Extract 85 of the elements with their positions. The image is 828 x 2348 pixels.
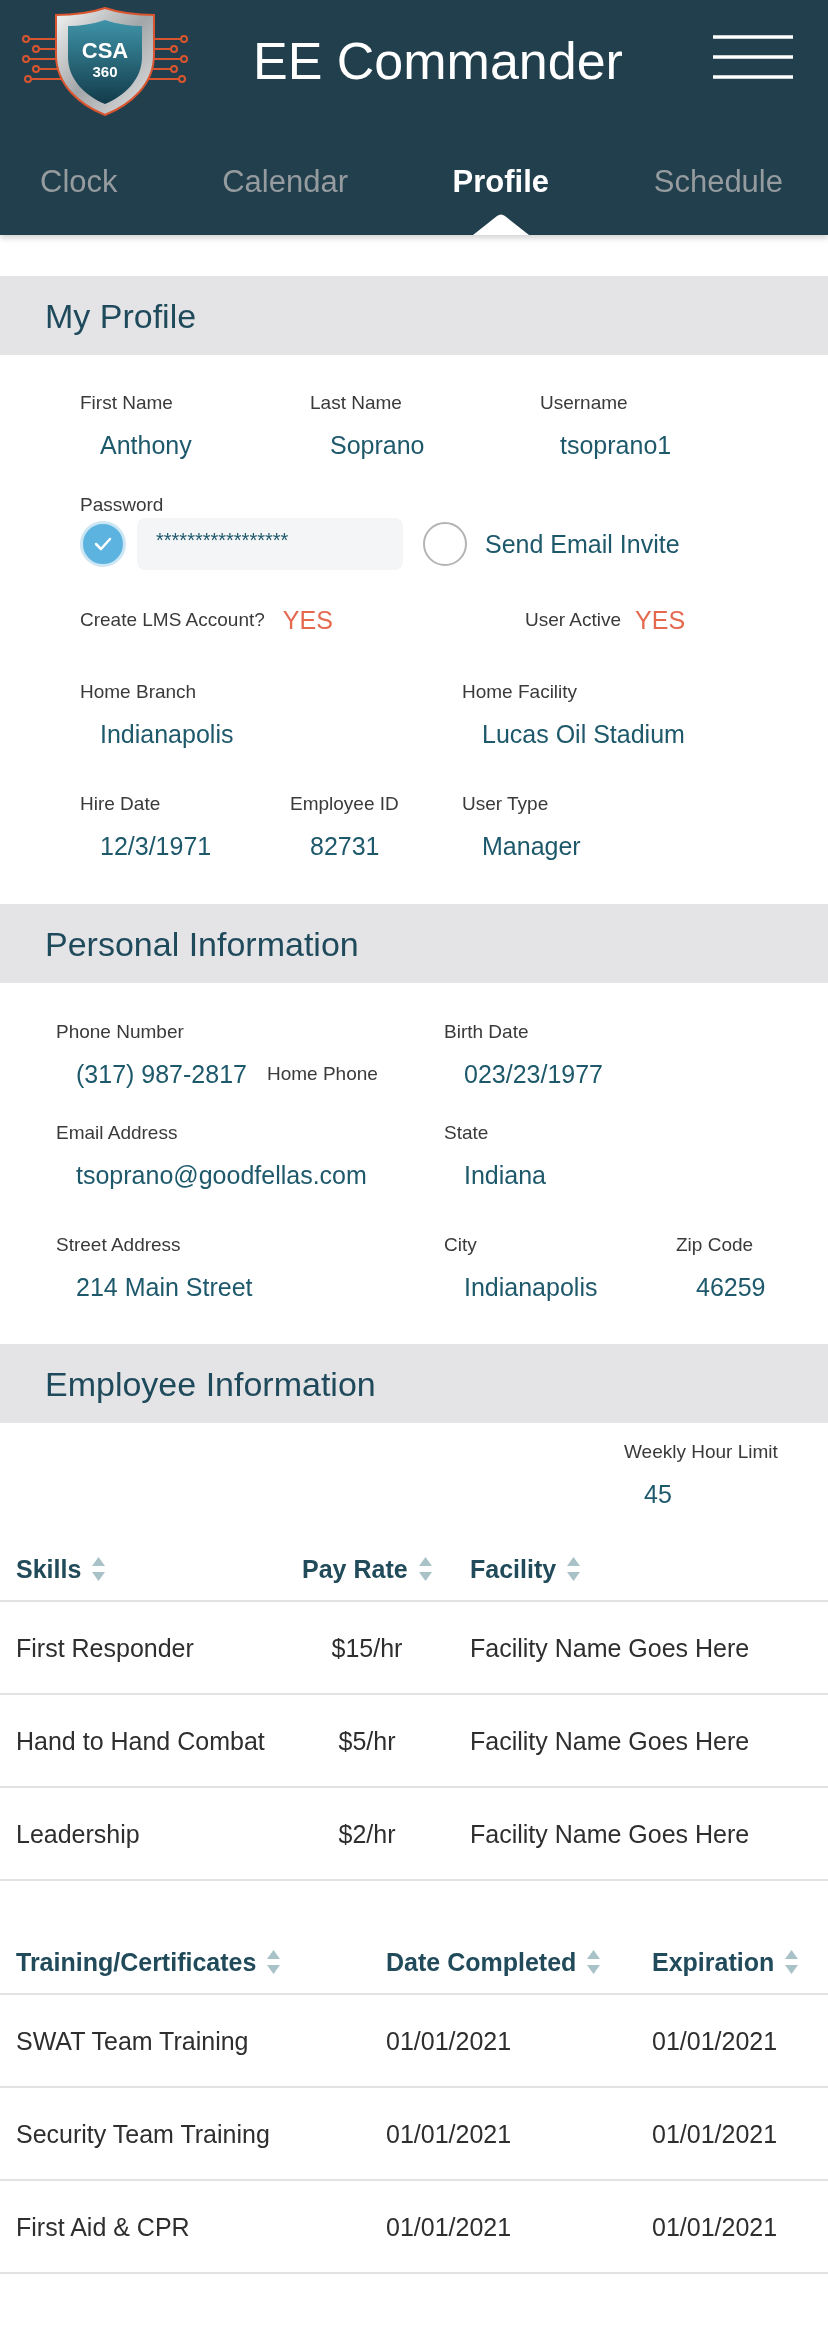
menu-button[interactable] [713,35,793,79]
table-cell: Facility Name Goes Here [470,1725,750,1756]
sort-icon [784,1947,800,1977]
table-cell-text: $15/hr [330,1632,404,1663]
password-field[interactable]: ***************** [137,518,403,570]
sort-icon [266,1947,282,1977]
field-label: Home Branch [80,680,197,704]
field-label: Employee ID [290,792,399,816]
field-value: 023/23/1977 [464,1059,604,1089]
field-value: 214 Main Street [76,1272,253,1302]
field-label: Username [540,391,628,415]
table-cell: SWAT Team Training [16,2025,249,2056]
table-cell: Facility Name Goes Here [470,1632,750,1663]
table-cell: 01/01/2021 [386,2118,512,2149]
field-value: (317) 987-2817 [76,1059,247,1089]
section-title: Personal Information [45,923,359,964]
table-cell: First Responder [16,1632,194,1663]
section-title: Employee Information [45,1363,376,1404]
table-cell: 01/01/2021 [652,2118,778,2149]
field-label: Last Name [310,391,402,415]
table-cell: Hand to Hand Combat [16,1725,265,1756]
field-label: Email Address [56,1121,178,1145]
field-value: YES [635,605,686,635]
tab[interactable]: Schedule [653,163,783,201]
field-label: Weekly Hour Limit [624,1440,778,1464]
column-header[interactable]: Facility [470,1554,582,1584]
field-label: Password [80,493,164,517]
check-icon [94,537,112,551]
column-header[interactable]: Pay Rate [302,1554,433,1584]
field-value: Indiana [464,1160,547,1190]
field-value: tsoprano@goodfellas.com [76,1160,367,1190]
table-cell: 01/01/2021 [386,2025,512,2056]
sort-icon [586,1947,602,1977]
column-header[interactable]: Expiration [652,1947,800,1977]
field-label: Street Address [56,1233,181,1257]
field-label: Home Facility [462,680,578,704]
table-cell: Security Team Training [16,2118,270,2149]
field-label: First Name [80,391,173,415]
logo-text: 360 [92,63,118,80]
field-label: Hire Date [80,792,161,816]
field-value: Manager [482,831,581,861]
table-cell: Leadership [16,1818,140,1849]
field-label: User Active [525,608,622,632]
field-value: Lucas Oil Stadium [482,719,685,749]
sort-icon [91,1554,107,1584]
field-value: Anthony [100,430,192,460]
field-value: 45 [644,1479,672,1509]
field-label: State [444,1121,489,1145]
column-header[interactable]: Skills [16,1554,107,1584]
table-cell: First Aid & CPR [16,2211,190,2242]
phone-type-label: Home Phone [266,1062,378,1086]
tab-pointer-icon [472,213,529,235]
table-cell-text: $5/hr [337,1725,397,1756]
field-value: Indianapolis [464,1272,598,1302]
tab[interactable]: Calendar [222,163,348,201]
tab[interactable]: Profile [452,163,550,201]
field-label: City [444,1233,477,1257]
table-cell: Facility Name Goes Here [470,1818,750,1849]
table-cell-text: $2/hr [337,1818,397,1849]
field-label: Birth Date [444,1020,529,1044]
app-title: EE Commander [253,31,623,91]
field-value: 82731 [310,831,380,861]
field-value: 12/3/1971 [100,831,212,861]
menu-icon [713,35,793,79]
field-label: Phone Number [56,1020,184,1044]
section-title: My Profile [45,295,197,336]
field-value: YES [282,605,333,635]
field-label: Create LMS Account? [80,608,265,632]
field-value: Soprano [330,430,425,460]
table-cell: 01/01/2021 [386,2211,512,2242]
field-value: 46259 [696,1272,766,1302]
sort-icon [566,1554,582,1584]
table-cell: 01/01/2021 [652,2025,778,2056]
column-header[interactable]: Date Completed [386,1947,602,1977]
column-header[interactable]: Training/Certificates [16,1947,282,1977]
field-value: tsoprano1 [560,430,672,460]
table-cell: 01/01/2021 [652,2211,778,2242]
tab[interactable]: Clock [40,163,118,201]
logo-text: CSA [81,39,129,63]
field-label: User Type [462,792,549,816]
checkbox-label[interactable]: Send Email Invite [485,529,680,559]
field-value: Indianapolis [100,719,234,749]
sort-icon [417,1554,433,1584]
field-label: Zip Code [676,1233,754,1257]
checkbox[interactable] [423,522,467,566]
